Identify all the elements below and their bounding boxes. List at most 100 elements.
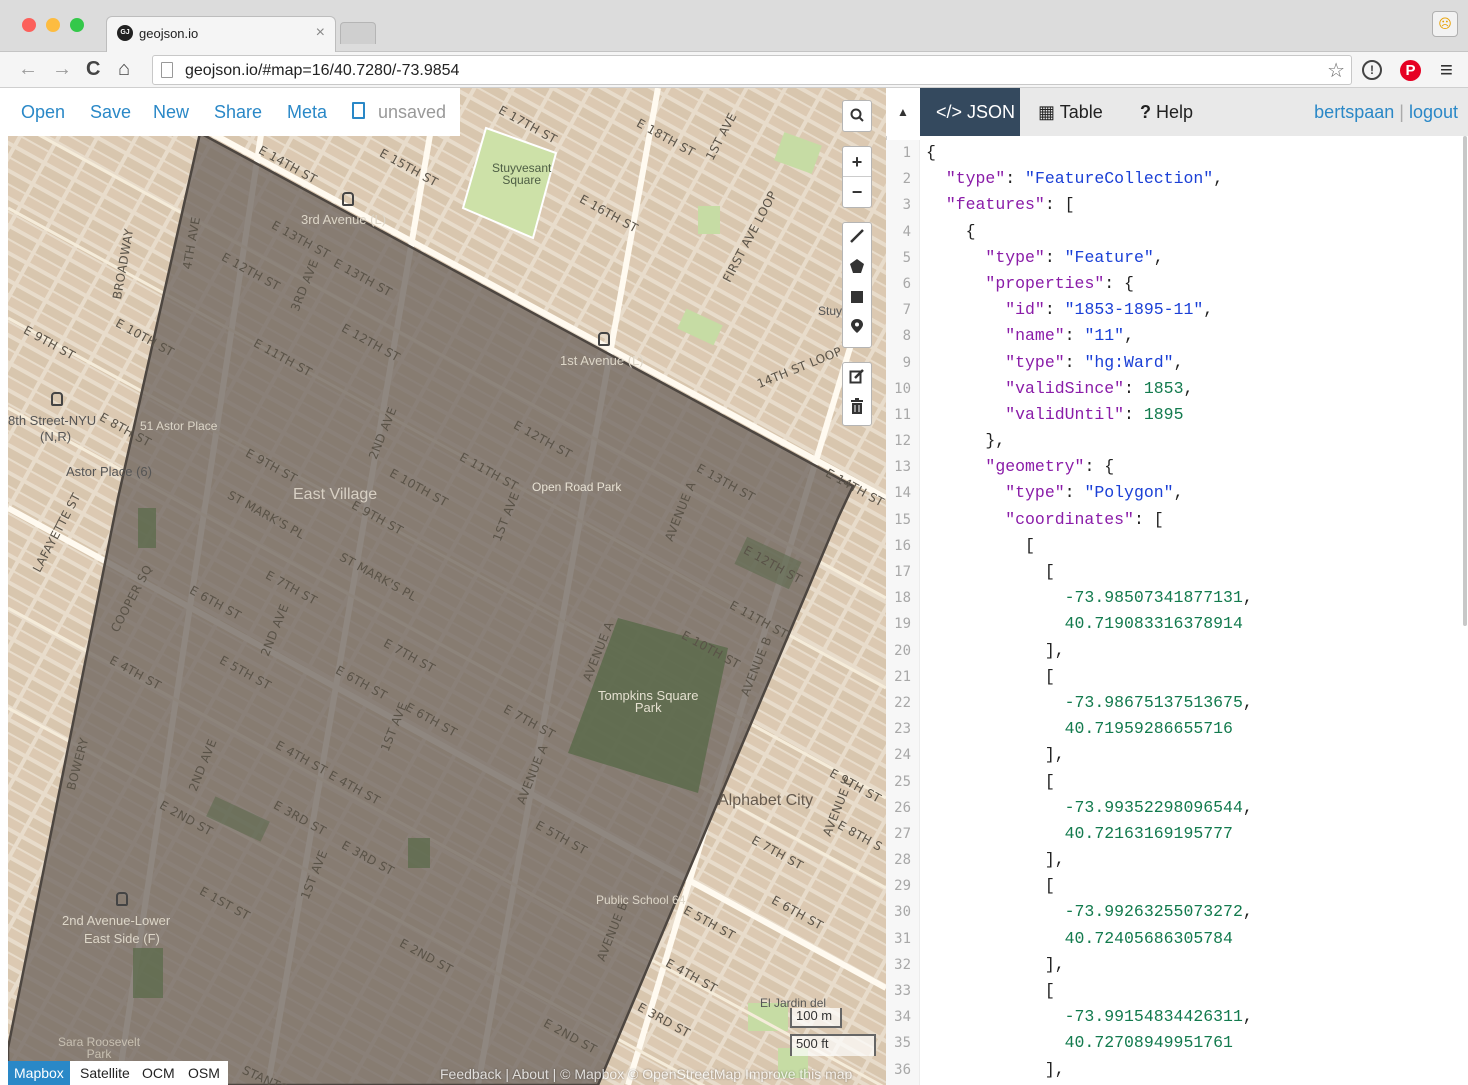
user-area: bertspaan | logout xyxy=(1314,102,1458,123)
search-icon[interactable] xyxy=(843,101,871,131)
tab-json-label: JSON xyxy=(967,102,1016,122)
park-label-stuyvesant: Stuyvesant Square xyxy=(492,161,552,187)
code-line: ], xyxy=(926,640,1065,660)
extension-1password-icon[interactable]: ! xyxy=(1362,60,1382,80)
map-canvas[interactable]: E 17TH ST E 18TH ST 1ST AVE E 15TH ST E … xyxy=(8,88,886,1085)
profile-icon[interactable]: ☹ xyxy=(1432,11,1458,37)
edit-layers-icon[interactable] xyxy=(843,363,871,393)
line-number: 2 xyxy=(902,171,911,188)
forward-icon[interactable]: → xyxy=(52,57,72,81)
draw-rectangle-icon[interactable] xyxy=(843,283,871,313)
tab-table-label: Table xyxy=(1059,102,1103,122)
code-line: [ xyxy=(926,562,1055,581)
line-number: 10 xyxy=(894,380,911,397)
map-attribution[interactable]: Feedback | About | © Mapbox © OpenStreet… xyxy=(440,1066,852,1082)
code-line: [ xyxy=(926,876,1055,896)
draw-polygon-icon[interactable] xyxy=(843,253,871,283)
table-icon: ▦ xyxy=(1038,102,1060,122)
layer-osm[interactable]: OSM xyxy=(188,1065,220,1081)
code-icon: </> xyxy=(936,102,968,122)
layer-satellite[interactable]: Satellite xyxy=(80,1065,130,1081)
collapse-panel-button[interactable]: ▲ xyxy=(886,88,920,136)
code-line: ], xyxy=(926,850,1065,870)
file-menu-bar: Open Save New Share Meta unsaved xyxy=(8,88,460,136)
subway-station-icon xyxy=(51,392,63,406)
line-number: 35 xyxy=(894,1035,911,1052)
code-line: "properties": { xyxy=(985,273,1134,293)
tab-table[interactable]: ▦ Table xyxy=(1022,88,1122,136)
user-separator: | xyxy=(1399,102,1404,122)
tab-title: geojson.io xyxy=(139,26,199,41)
new-tab-button[interactable] xyxy=(340,22,376,44)
line-number: 17 xyxy=(894,564,911,580)
scale-metric: 100 m xyxy=(790,1008,842,1028)
geojson-favicon-icon: GJ xyxy=(117,25,133,41)
layer-mapbox[interactable]: Mapbox xyxy=(8,1061,70,1085)
code-line: { xyxy=(926,221,976,241)
code-line: 40.72708949951761 xyxy=(1064,1033,1233,1053)
line-number: 13 xyxy=(894,459,911,476)
save-button[interactable]: Save xyxy=(90,102,131,123)
zoom-control: + − xyxy=(842,146,872,208)
minimize-window-button[interactable] xyxy=(46,18,60,32)
station-label-8th-nyu: 8th Street-NYU (N,R) xyxy=(8,413,97,444)
neighborhood-label-east-village: East Village xyxy=(293,486,378,503)
home-icon[interactable]: ⌂ xyxy=(118,57,130,81)
line-number: 26 xyxy=(894,799,911,816)
zoom-in-button[interactable]: + xyxy=(843,147,871,177)
panel-tabs: </> JSON ▦ Table ? Help bertspaan | logo… xyxy=(920,88,1468,136)
line-number: 16 xyxy=(894,537,911,554)
line-number: 29 xyxy=(894,878,911,895)
code-line: }, xyxy=(926,431,1006,451)
draw-line-icon[interactable] xyxy=(843,223,871,253)
meta-button[interactable]: Meta xyxy=(287,102,327,123)
help-icon: ? xyxy=(1140,102,1156,122)
browser-menu-icon[interactable]: ≡ xyxy=(1440,57,1453,83)
json-editor[interactable]: 1 2 3 4 5 6 7 8 9 10 11 12 13 14 15 16 17 18 19 20 21 22 23 24 2… xyxy=(886,140,1468,1085)
tab-json[interactable]: </> JSON xyxy=(920,88,1020,136)
tab-help-label: Help xyxy=(1156,102,1194,122)
code-line: 40.72163169195777 xyxy=(1064,823,1233,843)
tab-close-icon[interactable]: × xyxy=(316,24,325,42)
close-window-button[interactable] xyxy=(22,18,36,32)
back-icon[interactable]: ← xyxy=(18,57,38,81)
search-control[interactable] xyxy=(842,100,872,132)
reload-icon[interactable]: C xyxy=(86,57,100,81)
line-number: 14 xyxy=(894,485,911,502)
logout-link[interactable]: logout xyxy=(1409,102,1458,122)
zoom-out-button[interactable]: − xyxy=(843,177,871,207)
school-label: Public School 64 xyxy=(596,893,686,907)
station-label-3rd-ave: 3rd Avenue (L) xyxy=(301,212,387,227)
code-line: 40.72405686305784 xyxy=(1064,928,1233,948)
code-line: [ xyxy=(926,666,1055,686)
code-line: ], xyxy=(926,954,1065,974)
code-lines[interactable]: { "type": "FeatureCollection", "features… xyxy=(926,140,1253,1083)
open-button[interactable]: Open xyxy=(21,102,65,123)
tab-help[interactable]: ? Help xyxy=(1124,88,1214,136)
url-field[interactable]: geojson.io/#map=16/40.7280/-73.9854 ☆ xyxy=(152,55,1352,85)
maximize-window-button[interactable] xyxy=(70,18,84,32)
line-number: 22 xyxy=(894,694,911,711)
bookmark-star-icon[interactable]: ☆ xyxy=(1327,58,1345,83)
new-button[interactable]: New xyxy=(153,102,189,123)
line-number: 8 xyxy=(902,328,911,345)
share-button[interactable]: Share xyxy=(214,102,262,123)
park-label-sara-roosevelt: Sara Roosevelt Park xyxy=(58,1035,141,1061)
editor-scrollbar[interactable] xyxy=(1463,136,1467,626)
username-link[interactable]: bertspaan xyxy=(1314,102,1394,122)
line-number: 23 xyxy=(894,721,911,738)
delete-layers-icon[interactable] xyxy=(843,393,871,423)
line-number: 12 xyxy=(894,433,911,450)
code-line: [ xyxy=(926,535,1035,555)
line-number: 32 xyxy=(894,956,911,973)
url-text: geojson.io/#map=16/40.7280/-73.9854 xyxy=(185,62,460,79)
scale-imperial: 500 ft xyxy=(790,1034,876,1056)
draw-marker-icon[interactable] xyxy=(843,313,871,343)
browser-tab[interactable]: GJ geojson.io × xyxy=(106,16,336,52)
code-line: [ xyxy=(926,981,1055,1000)
draw-toolbar xyxy=(842,222,872,348)
line-number: 33 xyxy=(894,983,911,999)
layer-ocm[interactable]: OCM xyxy=(142,1065,175,1081)
park-label-tompkins: Tompkins Square Park xyxy=(598,688,699,715)
extension-pinterest-icon[interactable]: P xyxy=(1400,60,1421,81)
